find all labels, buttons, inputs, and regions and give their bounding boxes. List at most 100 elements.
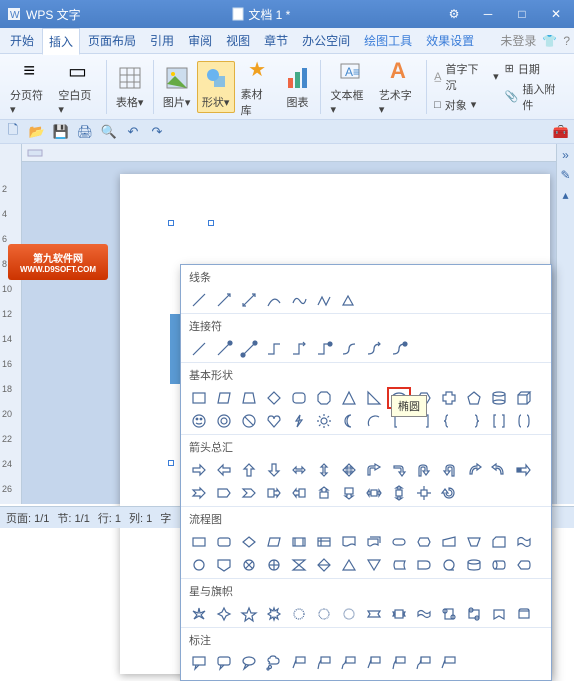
line-callout-shape[interactable]	[337, 652, 361, 674]
double-brace-shape[interactable]	[512, 410, 536, 432]
u-turn-arrow-shape[interactable]	[412, 459, 436, 481]
double-arrow-shape[interactable]	[237, 289, 261, 311]
diamond-shape[interactable]	[262, 387, 286, 409]
side-panel[interactable]: » ✎ ▴	[556, 144, 574, 504]
arrow-line-shape[interactable]	[212, 289, 236, 311]
tab-view[interactable]: 视图	[220, 28, 256, 53]
curved-connector-shape[interactable]	[337, 338, 361, 360]
no-symbol-shape[interactable]	[237, 410, 261, 432]
connector-shape[interactable]	[212, 338, 236, 360]
can-shape[interactable]	[487, 387, 511, 409]
tab-insert[interactable]: 插入	[42, 28, 80, 55]
flow-preparation-shape[interactable]	[412, 531, 436, 553]
undo-icon[interactable]: ↶	[124, 123, 142, 141]
moon-shape[interactable]	[337, 410, 361, 432]
blankpage-button[interactable]: ▭空白页▾	[54, 55, 100, 118]
dropcap-button[interactable]: A̲首字下沉▾	[432, 60, 501, 94]
close-button[interactable]: ✕	[544, 5, 568, 23]
cloud-callout-shape[interactable]	[262, 652, 286, 674]
flow-extract-shape[interactable]	[337, 554, 361, 576]
flow-connector-shape[interactable]	[187, 554, 211, 576]
date-button[interactable]: ⊞日期	[503, 60, 568, 78]
arrow-callout-shape[interactable]	[287, 482, 311, 504]
tab-review[interactable]: 审阅	[182, 28, 218, 53]
flow-or-shape[interactable]	[262, 554, 286, 576]
curved-connector-shape[interactable]	[362, 338, 386, 360]
flow-tape-shape[interactable]	[512, 531, 536, 553]
flow-manual-op-shape[interactable]	[462, 531, 486, 553]
flow-manual-input-shape[interactable]	[437, 531, 461, 553]
connector-shape[interactable]	[237, 338, 261, 360]
u-turn-arrow-shape[interactable]	[437, 459, 461, 481]
line-callout-shape[interactable]	[437, 652, 461, 674]
flow-direct-shape[interactable]	[487, 554, 511, 576]
open-icon[interactable]: 📂	[28, 123, 46, 141]
smiley-shape[interactable]	[187, 410, 211, 432]
chart-button[interactable]: 图表	[279, 62, 315, 112]
arrow-callout-shape[interactable]	[262, 482, 286, 504]
new-icon[interactable]: 🗋	[4, 123, 22, 141]
star32-shape[interactable]	[337, 603, 361, 625]
image-button[interactable]: 图片▾	[159, 62, 195, 112]
tab-office[interactable]: 办公空间	[296, 28, 356, 53]
polygon-line-shape[interactable]	[337, 289, 361, 311]
save-icon[interactable]: 💾	[52, 123, 70, 141]
cube-shape[interactable]	[512, 387, 536, 409]
flow-internal-shape[interactable]	[312, 531, 336, 553]
preview-icon[interactable]: 🔍	[100, 123, 118, 141]
flow-process-shape[interactable]	[187, 531, 211, 553]
line-shape[interactable]	[187, 289, 211, 311]
arrow-shape[interactable]	[337, 459, 361, 481]
notched-arrow-shape[interactable]	[187, 482, 211, 504]
textbox-button[interactable]: A≡文本框▾	[326, 55, 372, 118]
flow-stored-shape[interactable]	[387, 554, 411, 576]
brace-shape[interactable]	[437, 410, 461, 432]
bent-arrow-shape[interactable]	[387, 459, 411, 481]
skin-icon[interactable]: 👕	[542, 34, 557, 48]
striped-arrow-shape[interactable]	[512, 459, 536, 481]
line-callout-shape[interactable]	[387, 652, 411, 674]
octagon-shape[interactable]	[312, 387, 336, 409]
curved-arrow-shape[interactable]	[462, 459, 486, 481]
callout-shape[interactable]	[237, 652, 261, 674]
star4-shape[interactable]	[212, 603, 236, 625]
elbow-connector-shape[interactable]	[312, 338, 336, 360]
arrow-shape[interactable]	[237, 459, 261, 481]
arrow-shape[interactable]	[262, 459, 286, 481]
panel-tool-icon[interactable]: ✎	[560, 168, 570, 182]
star16-shape[interactable]	[287, 603, 311, 625]
lightning-shape[interactable]	[287, 410, 311, 432]
flow-multidoc-shape[interactable]	[362, 531, 386, 553]
curved-connector-shape[interactable]	[387, 338, 411, 360]
double-bracket-shape[interactable]	[487, 410, 511, 432]
tab-start[interactable]: 开始	[4, 28, 40, 53]
flow-data-shape[interactable]	[262, 531, 286, 553]
flow-display-shape[interactable]	[512, 554, 536, 576]
help-icon[interactable]: ?	[563, 34, 570, 48]
scroll-shape[interactable]	[462, 603, 486, 625]
star8-shape[interactable]	[262, 603, 286, 625]
flow-terminator-shape[interactable]	[387, 531, 411, 553]
banner-shape[interactable]	[512, 603, 536, 625]
line-callout-shape[interactable]	[412, 652, 436, 674]
flow-summing-shape[interactable]	[237, 554, 261, 576]
star24-shape[interactable]	[312, 603, 336, 625]
tab-references[interactable]: 引用	[144, 28, 180, 53]
panel-up-icon[interactable]: ▴	[562, 188, 568, 202]
material-button[interactable]: ★素材库	[237, 54, 278, 120]
sun-shape[interactable]	[312, 410, 336, 432]
tab-drawtools[interactable]: 绘图工具	[358, 28, 418, 53]
flow-predefined-shape[interactable]	[287, 531, 311, 553]
arrow-shape[interactable]	[287, 459, 311, 481]
arc-shape[interactable]	[362, 410, 386, 432]
ribbon2-shape[interactable]	[387, 603, 411, 625]
right-triangle-shape[interactable]	[362, 387, 386, 409]
flow-sort-shape[interactable]	[312, 554, 336, 576]
flow-magnetic-shape[interactable]	[462, 554, 486, 576]
shape-button[interactable]: 形状▾	[197, 61, 235, 113]
settings-icon[interactable]: ⚙	[442, 5, 466, 23]
wave-shape[interactable]	[412, 603, 436, 625]
chevron-shape[interactable]	[237, 482, 261, 504]
ribbon-shape[interactable]	[362, 603, 386, 625]
arrow-callout-shape[interactable]	[362, 482, 386, 504]
